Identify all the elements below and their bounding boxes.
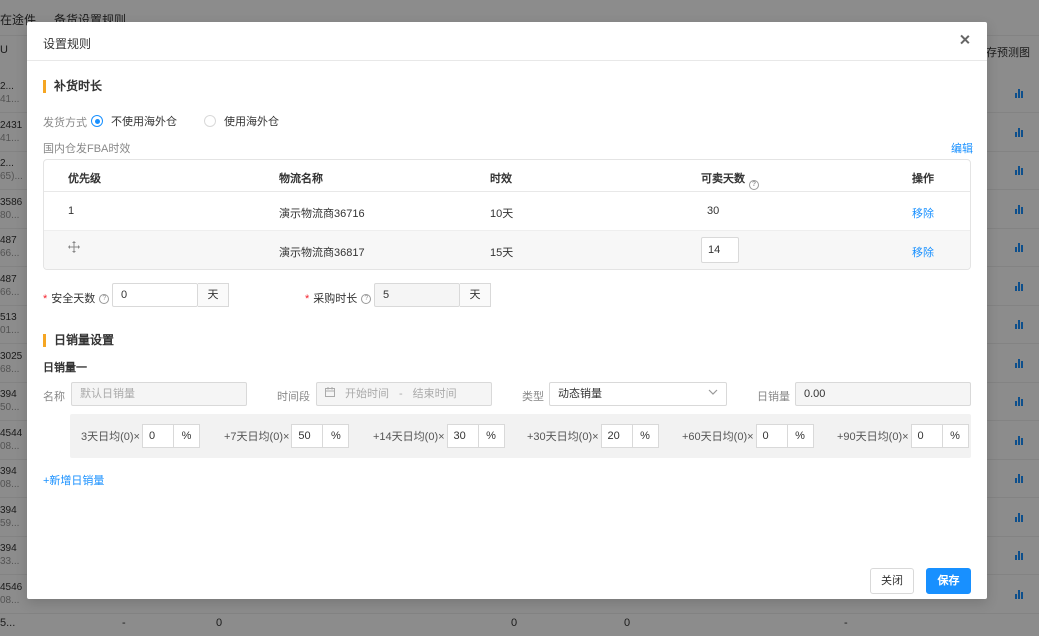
- sellable-days-input[interactable]: 14: [701, 237, 739, 263]
- weight-90d: +90天日均(0)× 0 %: [837, 424, 969, 448]
- section-title-daily-sales: 日销量设置: [43, 334, 114, 347]
- remove-link[interactable]: 移除: [912, 244, 934, 260]
- type-label: 类型: [522, 391, 544, 403]
- header-priority: 优先级: [68, 173, 101, 185]
- header-sellable-days: 可卖天数?: [701, 170, 759, 190]
- row-priority: 1: [68, 205, 75, 217]
- weight-unit: %: [632, 424, 659, 448]
- radio-label: 使用海外仓: [224, 116, 279, 128]
- purchase-duration-label: * 采购时长?: [305, 290, 372, 306]
- weight-unit: %: [174, 424, 200, 448]
- table-row: 1 演示物流商36716 10天 30 移除: [44, 192, 970, 231]
- name-input[interactable]: 默认日销量: [71, 382, 247, 406]
- radio-label: 不使用海外仓: [111, 116, 177, 128]
- type-select[interactable]: 动态销量: [549, 382, 727, 406]
- header-action: 操作: [912, 173, 934, 185]
- chevron-down-icon: [708, 383, 718, 405]
- purchase-duration-unit: 天: [460, 283, 491, 307]
- start-date-placeholder: 开始时间: [345, 388, 389, 400]
- purchase-duration-input[interactable]: 5: [374, 283, 460, 307]
- header-time: 时效: [490, 173, 512, 185]
- weight-60d: +60天日均(0)× 0 %: [682, 424, 814, 448]
- radio-overseas[interactable]: 使用海外仓: [204, 113, 279, 129]
- type-select-value: 动态销量: [558, 388, 602, 400]
- end-date-placeholder: 结束时间: [412, 388, 457, 400]
- period-label: 时间段: [277, 391, 310, 403]
- weight-label: +7天日均(0)×: [224, 431, 290, 443]
- weight-label: +14天日均(0)×: [373, 431, 445, 443]
- weight-unit: %: [942, 424, 969, 448]
- row-sellable-days: 30: [707, 205, 720, 217]
- safety-days-label: * 安全天数?: [43, 290, 110, 306]
- weight-input[interactable]: 20: [600, 424, 633, 448]
- radio-unchecked-icon: [204, 115, 216, 127]
- close-icon[interactable]: [957, 32, 973, 48]
- weight-14d: +14天日均(0)× 30 %: [373, 424, 505, 448]
- ship-method-label: 发货方式: [43, 117, 87, 129]
- row-time: 10天: [490, 208, 514, 220]
- header-logistics-name: 物流名称: [279, 173, 323, 185]
- radio-no-overseas[interactable]: 不使用海外仓: [91, 113, 177, 129]
- section-title-replenish: 补货时长: [43, 80, 102, 93]
- calendar-icon: [325, 383, 335, 405]
- add-daily-sales-link[interactable]: +新增日销量: [43, 472, 104, 488]
- daily-sales-subtitle: 日销量一: [43, 362, 87, 374]
- date-range-picker[interactable]: 开始时间 - 结束时间: [316, 382, 492, 406]
- help-icon[interactable]: ?: [749, 180, 759, 190]
- drag-handle-icon[interactable]: [68, 241, 80, 256]
- row-logistics-name: 演示物流商36716: [279, 208, 365, 220]
- weight-input[interactable]: 0: [142, 424, 174, 448]
- logistics-table: 优先级 物流名称 时效 可卖天数? 操作 1 演示物流商36716 10天 30…: [43, 159, 971, 270]
- edit-link[interactable]: 编辑: [951, 140, 973, 156]
- safety-days-unit: 天: [198, 283, 229, 307]
- close-button[interactable]: 关闭: [870, 568, 914, 594]
- row-logistics-name: 演示物流商36817: [279, 247, 365, 259]
- safety-days-input[interactable]: 0: [112, 283, 198, 307]
- weight-7d: +7天日均(0)× 50 %: [224, 424, 350, 448]
- weight-label: +60天日均(0)×: [682, 431, 754, 443]
- weight-input[interactable]: 0: [910, 424, 943, 448]
- set-rules-modal: 设置规则 补货时长 发货方式 不使用海外仓 使用海外仓 国内仓发FBA时效 编辑…: [27, 22, 987, 599]
- modal-title: 设置规则: [43, 37, 92, 51]
- table-row: 演示物流商36817 15天 14 移除: [44, 231, 970, 269]
- weight-unit: %: [323, 424, 350, 448]
- purchase-duration-label-text: 采购时长: [313, 293, 358, 305]
- weight-label: +30天日均(0)×: [527, 431, 599, 443]
- daily-sales-label: 日销量: [757, 391, 790, 403]
- modal-header: 设置规则: [27, 22, 987, 61]
- table-header: 优先级 物流名称 时效 可卖天数? 操作: [44, 160, 970, 192]
- weight-unit: %: [478, 424, 505, 448]
- safety-days-label-text: 安全天数: [51, 293, 96, 305]
- remove-link[interactable]: 移除: [912, 205, 934, 221]
- save-button[interactable]: 保存: [926, 568, 971, 594]
- help-icon[interactable]: ?: [361, 294, 372, 305]
- row-time: 15天: [490, 247, 514, 259]
- weight-unit: %: [787, 424, 814, 448]
- header-sellable-days-text: 可卖天数: [701, 173, 745, 185]
- weight-30d: +30天日均(0)× 20 %: [527, 424, 659, 448]
- weight-input[interactable]: 50: [291, 424, 324, 448]
- weight-label: +90天日均(0)×: [837, 431, 909, 443]
- weights-panel: 3天日均(0)× 0 % +7天日均(0)× 50 % +14天日均(0)× 3…: [70, 414, 971, 458]
- radio-checked-icon: [91, 115, 103, 127]
- fba-time-label: 国内仓发FBA时效: [43, 143, 131, 155]
- weight-3d: 3天日均(0)× 0 %: [81, 424, 200, 448]
- name-label: 名称: [43, 391, 65, 403]
- range-separator: -: [399, 388, 403, 400]
- daily-sales-value[interactable]: 0.00: [795, 382, 971, 406]
- weight-input[interactable]: 30: [446, 424, 479, 448]
- weight-input[interactable]: 0: [755, 424, 788, 448]
- help-icon[interactable]: ?: [99, 294, 110, 305]
- weight-label: 3天日均(0)×: [81, 431, 140, 443]
